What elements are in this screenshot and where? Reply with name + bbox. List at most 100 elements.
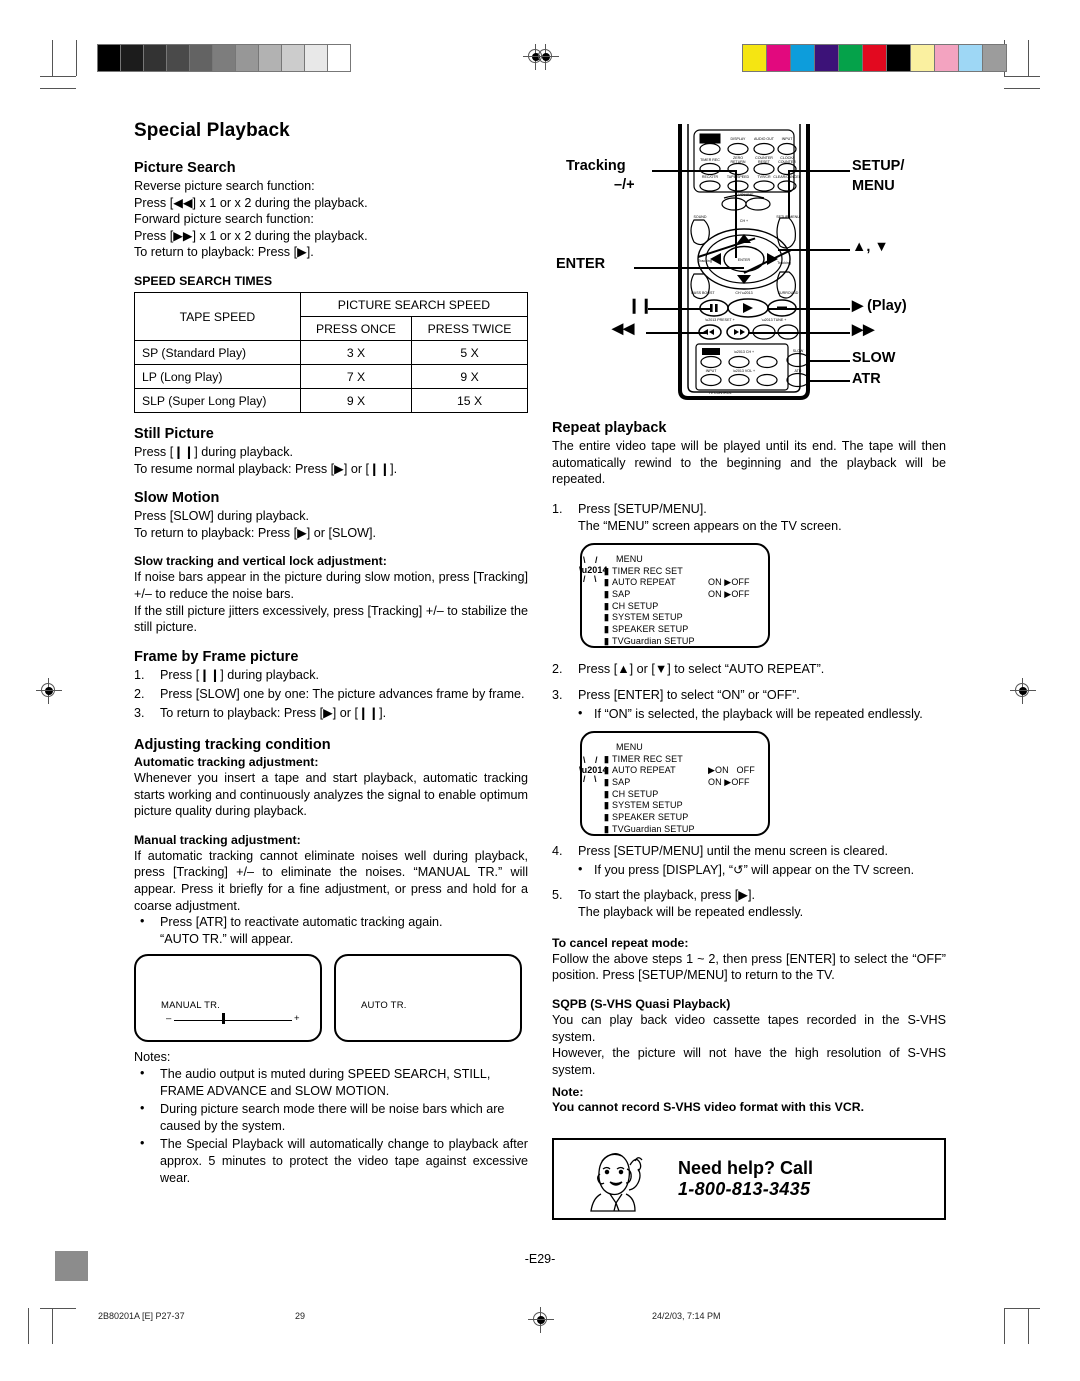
callout-tracking: Tracking	[566, 158, 626, 174]
table-row: SLP (Super Long Play) 9 X 15 X	[134, 388, 528, 414]
footer-job-code: 2B80201A [E] P27-37	[98, 1311, 185, 1321]
menu-item-value	[708, 566, 768, 578]
menu-item-value	[708, 754, 768, 766]
leader-line-atr	[808, 380, 850, 382]
menu-item: ▮ TVGuardian SETUP	[604, 824, 768, 836]
crop-mark-tr-h	[1004, 76, 1040, 77]
gray-step-1	[121, 45, 144, 71]
leader-line-rewind	[646, 332, 706, 334]
svg-text:ATR: ATR	[795, 369, 802, 373]
section-heading-still-picture: Still Picture	[134, 426, 214, 443]
slow-tracking-para-1: If noise bars appear in the picture duri…	[134, 570, 528, 602]
list-item: • The Special Playback will automatically…	[134, 1136, 528, 1187]
remote-control-diagram: DISPLAY AUDIO OUT INPUT TIMER REC ZERO RETUR…	[548, 122, 978, 407]
menu-item: ▮ CH SETUP	[604, 789, 768, 801]
menu-bullet: ▮	[604, 788, 610, 799]
menu-bullet: ▮	[604, 612, 610, 623]
right-column: Repeat playback The entire video tape wi…	[552, 420, 946, 1115]
gray-step-5	[213, 45, 236, 71]
callout-menu: MENU	[852, 178, 895, 194]
svg-text:CH \u2013: CH \u2013	[735, 291, 752, 295]
osd-menu-screen-2: \ / \u2014 / \ MENU ▮ TIMER REC SET ▮ AUTO…	[579, 730, 770, 836]
bullet-text-line2: “AUTO TR.” will appear.	[160, 932, 294, 947]
svg-text:VOLUME: VOLUME	[738, 193, 754, 197]
cell-press-twice: 9 X	[411, 364, 528, 390]
repeat-steps-3: 3. Press [ENTER] to select “ON” or “OFF”.	[552, 687, 946, 704]
svg-text:\u2013 PRESET +: \u2013 PRESET +	[705, 318, 734, 322]
leader-line-pause	[648, 308, 710, 310]
step-text: Press [▲] or [▼] to select “AUTO REPEAT”…	[578, 661, 825, 676]
gray-step-2	[144, 45, 167, 71]
leader-line-ff	[748, 332, 850, 334]
color-patch-9	[959, 45, 983, 71]
menu-item-label: SYSTEM SETUP	[612, 800, 683, 811]
tracking-bar-knob	[222, 1013, 225, 1025]
svg-text:CLEAR/CANCEL: CLEAR/CANCEL	[773, 175, 801, 179]
svg-text:POWER: POWER	[704, 351, 718, 355]
registration-mark-bottom-center	[528, 1307, 554, 1333]
bullet-text: If “ON” is selected, the playback will b…	[594, 706, 923, 721]
list-item: 4. Press [SETUP/MENU] until the menu scre…	[552, 843, 889, 858]
svg-text:TIMER REC: TIMER REC	[700, 158, 720, 162]
need-help-line-1: Need help? Call	[678, 1158, 814, 1178]
leader-line-play	[768, 308, 850, 310]
list-item: • Press [ATR] to reactivate automatic tr…	[134, 914, 528, 948]
note-heading: Note:	[552, 1085, 584, 1100]
menu-item: ▮ TVGuardian SETUP	[604, 636, 768, 648]
crop-mark-tr2-v	[1028, 40, 1029, 76]
crop-mark-tl2-v	[76, 40, 77, 76]
svg-text:SLOW: SLOW	[793, 349, 804, 353]
menu-bullet: ▮	[604, 577, 610, 588]
subheading-automatic-tracking: Automatic tracking adjustment:	[134, 754, 319, 769]
menu-bullet: ▮	[604, 753, 610, 764]
step-text: Press [❙❙] during playback.	[160, 667, 320, 682]
menu-item-value	[708, 601, 768, 613]
list-item: • If you press [DISPLAY], “↺” will appear…	[578, 862, 946, 879]
step3-bullets: • If “ON” is selected, the playback will …	[578, 706, 946, 723]
menu-bullet: ▮	[604, 588, 610, 599]
repeat-steps-2: 2. Press [▲] or [▼] to select “AUTO REPEA…	[552, 661, 946, 678]
crop-mark-br2-v	[1028, 1308, 1029, 1344]
svg-text:CH +: CH +	[740, 219, 748, 223]
svg-text:RETURN: RETURN	[731, 160, 746, 164]
need-help-box: Need help? Call 1-800-813-3435	[552, 1138, 946, 1220]
leader-line-enter	[634, 267, 744, 269]
menu-bullet: ▮	[604, 776, 610, 787]
color-patch-2	[791, 45, 815, 71]
gray-step-7	[259, 45, 282, 71]
svg-text:TV CONTROL: TV CONTROL	[708, 391, 731, 395]
header-tape-speed: TAPE SPEED	[134, 292, 301, 342]
cancel-repeat-para: Follow the above steps 1 ~ 2, then press…	[552, 951, 946, 983]
svg-text:\u2013 CH +: \u2013 CH +	[734, 350, 754, 354]
menu-bullet: ▮	[604, 811, 610, 822]
list-item: • During picture search mode there will b…	[134, 1101, 528, 1135]
step-text-line1: Press [SETUP/MENU].	[578, 501, 707, 516]
tracking-bar-line	[174, 1020, 292, 1022]
menu-item-value	[708, 612, 768, 624]
osd-manual-minus: –	[166, 1013, 172, 1025]
table-header-row: TAPE SPEED PICTURE SEARCH SPEED	[134, 292, 529, 342]
bullet-dot: •	[140, 1065, 145, 1080]
note-text: The Special Playback will automatically …	[160, 1136, 528, 1185]
menu-item-value	[708, 636, 768, 648]
operator-illustration	[590, 1153, 643, 1212]
svg-text:INPUT: INPUT	[706, 369, 718, 373]
menu-bullet: ▮	[604, 823, 610, 834]
menu-item-label: SAP	[612, 776, 631, 787]
sqpb-para-2: However, the picture will not have the h…	[552, 1046, 946, 1077]
registration-mark-top-center2	[533, 44, 559, 70]
crop-mark-bl2-v	[28, 1308, 29, 1344]
crop-mark-tl-h2	[40, 88, 76, 89]
callout-play: ▶ (Play)	[852, 298, 907, 314]
menu-bullet: ▮	[604, 623, 610, 634]
crop-mark-tr-h2	[1004, 88, 1040, 89]
callout-rewind: ◀◀	[612, 321, 635, 337]
osd-menu-screen-1: \ / \u2014 / \ MENU ▮ TIMER REC SET ▮ AUTO…	[579, 542, 770, 648]
osd-manual-tracking: MANUAL TR. – +	[134, 954, 322, 1043]
svg-text:TAPE SPEED: TAPE SPEED	[727, 175, 750, 179]
leader-line-slow	[808, 360, 850, 362]
color-patch-8	[935, 45, 959, 71]
cell-press-once: 7 X	[299, 364, 413, 390]
osd-auto-tracking: AUTO TR.	[334, 954, 522, 1043]
menu-item: ▮ TIMER REC SET	[604, 754, 768, 766]
